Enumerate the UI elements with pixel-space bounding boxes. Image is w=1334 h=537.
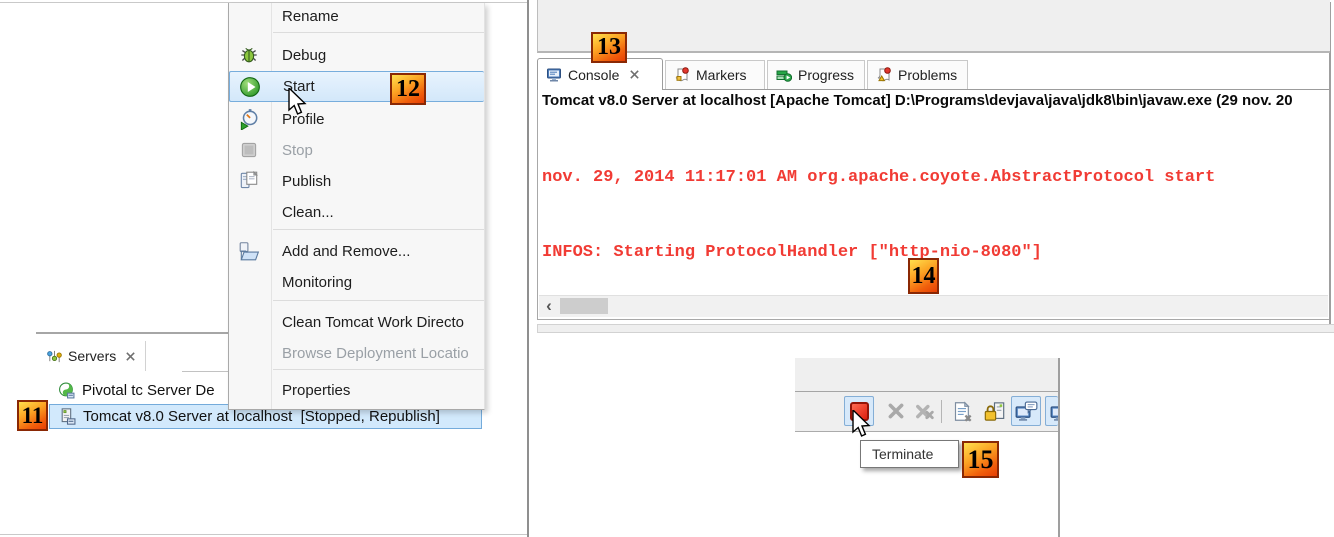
editor-area-fragment bbox=[537, 0, 1330, 53]
menu-item-debug[interactable]: Debug bbox=[229, 40, 484, 70]
scroll-lock-icon bbox=[983, 401, 1006, 422]
show-console-on-error-button[interactable] bbox=[1045, 396, 1058, 426]
tab-problems-label: Problems bbox=[898, 67, 957, 83]
scrollbar-thumb[interactable] bbox=[560, 298, 608, 314]
menu-item-properties[interactable]: Properties bbox=[229, 375, 484, 405]
menu-item-publish[interactable]: Publish bbox=[229, 166, 484, 196]
show-console-on-output-button[interactable] bbox=[1011, 396, 1041, 426]
progress-icon bbox=[776, 67, 792, 83]
menu-item-clean-tomcat-work-directory[interactable]: Clean Tomcat Work Directo bbox=[229, 307, 484, 337]
tab-problems[interactable]: Problems bbox=[867, 60, 968, 89]
menu-separator bbox=[273, 369, 484, 370]
close-icon[interactable] bbox=[125, 351, 136, 362]
console-icon bbox=[546, 67, 562, 83]
tab-console-label: Console bbox=[568, 67, 619, 83]
pivotal-server-icon bbox=[58, 382, 75, 399]
menu-item-rename[interactable]: Rename bbox=[229, 3, 484, 30]
clear-console-button[interactable] bbox=[947, 396, 977, 426]
menu-separator bbox=[273, 229, 484, 230]
console-header: Tomcat v8.0 Server at localhost [Apache … bbox=[542, 92, 1329, 113]
console-toolbar bbox=[795, 392, 1058, 432]
panel-bottom-strip bbox=[537, 324, 1334, 333]
tab-markers-label: Markers bbox=[696, 67, 747, 83]
remove-all-terminated-icon bbox=[914, 402, 935, 420]
menu-item-browse-deployment-location: Browse Deployment Locatio bbox=[229, 338, 484, 368]
console-line: nov. 29, 2014 11:17:01 AM org.apache.coy… bbox=[542, 165, 1329, 190]
clear-console-icon bbox=[952, 401, 973, 422]
remove-launch-button[interactable] bbox=[881, 396, 911, 426]
tab-progress-label: Progress bbox=[798, 67, 854, 83]
add-remove-icon bbox=[238, 240, 260, 262]
menu-separator bbox=[273, 32, 484, 33]
profile-icon bbox=[238, 108, 260, 130]
menu-item-clean[interactable]: Clean... bbox=[229, 197, 484, 227]
horizontal-scrollbar[interactable]: ‹ bbox=[539, 295, 1328, 317]
menu-item-add-and-remove[interactable]: Add and Remove... bbox=[229, 236, 484, 266]
tab-servers[interactable]: Servers bbox=[38, 341, 146, 371]
show-console-on-output-icon bbox=[1015, 401, 1038, 422]
menu-separator bbox=[273, 300, 484, 301]
toolbar-separator bbox=[941, 400, 942, 423]
tab-servers-label: Servers bbox=[68, 348, 116, 364]
mouse-cursor-icon bbox=[288, 88, 310, 123]
show-console-on-error-icon bbox=[1050, 401, 1059, 422]
panel-divider[interactable] bbox=[527, 0, 529, 537]
tab-progress[interactable]: Progress bbox=[767, 60, 865, 89]
callout-14: 14 bbox=[908, 258, 939, 294]
context-menu: Rename Debug Start Profile Stop bbox=[228, 3, 485, 410]
callout-15: 15 bbox=[962, 441, 999, 478]
callout-12: 12 bbox=[390, 73, 426, 105]
markers-icon bbox=[674, 67, 690, 83]
scroll-left-arrow[interactable]: ‹ bbox=[542, 297, 556, 314]
menu-item-start[interactable]: Start bbox=[229, 71, 484, 102]
terminate-tooltip: Terminate bbox=[860, 440, 959, 468]
toolbar-fragment-header bbox=[795, 358, 1058, 392]
problems-icon bbox=[876, 67, 892, 83]
tab-markers[interactable]: Markers bbox=[665, 60, 765, 89]
menu-item-profile[interactable]: Profile bbox=[229, 104, 484, 134]
debug-icon bbox=[238, 44, 260, 66]
menu-item-stop: Stop bbox=[229, 135, 484, 165]
toolbar-fragment-right-edge bbox=[1058, 358, 1060, 537]
eclipse-screenshot-canvas: Console Markers Progress Problems Tomcat… bbox=[0, 0, 1334, 537]
callout-13: 13 bbox=[591, 32, 627, 63]
scroll-lock-button[interactable] bbox=[979, 396, 1009, 426]
callout-11: 11 bbox=[17, 400, 48, 431]
start-icon bbox=[239, 76, 261, 98]
tomcat-server-icon bbox=[59, 408, 76, 425]
stop-icon bbox=[238, 139, 260, 161]
remove-launch-icon bbox=[887, 402, 905, 420]
servers-icon bbox=[47, 349, 62, 364]
bottom-frame-line bbox=[0, 534, 528, 535]
remove-all-terminated-button[interactable] bbox=[909, 396, 939, 426]
server-row-label: Pivotal tc Server De bbox=[82, 382, 215, 399]
publish-icon bbox=[238, 170, 260, 192]
close-icon[interactable] bbox=[629, 69, 640, 80]
server-row-label: Tomcat v8.0 Server at localhost [Stopped… bbox=[83, 408, 440, 425]
menu-item-monitoring[interactable]: Monitoring bbox=[229, 267, 484, 297]
